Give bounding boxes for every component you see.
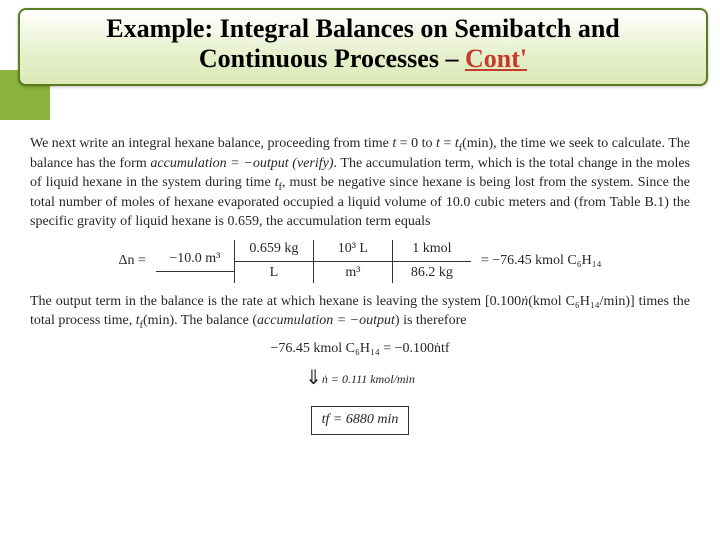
title-line-1: Example: Integral Balances on Semibatch … [20, 14, 706, 44]
frac-2-den: L [235, 261, 313, 283]
frac-2: 0.659 kg L [235, 240, 313, 283]
frac-1-num: −10.0 m³ [163, 250, 226, 271]
frac-4: 1 kmol 86.2 kg [393, 240, 471, 283]
arrow-row: ⇓ ṅ = 0.111 kmol/min [30, 365, 690, 392]
p1-t1: We next write an integral hexane balance… [30, 136, 392, 151]
result-box: tf = 6880 min [311, 406, 410, 435]
paragraph-2: The output term in the balance is the ra… [30, 293, 690, 332]
frac-4-den: 86.2 kg [393, 261, 471, 283]
title-box: Example: Integral Balances on Semibatch … [18, 8, 708, 86]
frac-3-den: m³ [314, 261, 392, 283]
slide: Example: Integral Balances on Semibatch … [0, 0, 720, 540]
frac-3: 10³ L m³ [314, 240, 392, 283]
fraction-chain: −10.0 m³ 0.659 kg L 10³ L m³ 1 kmol 86.2… [156, 240, 471, 283]
title-line-2: Continuous Processes – Cont' [20, 44, 706, 74]
title-cont: Cont' [465, 44, 527, 73]
ndot-note: ṅ = 0.111 kmol/min [322, 371, 415, 387]
p2-t6: (min). The balance ( [143, 313, 257, 328]
frac-1-den [156, 271, 234, 274]
p1-t5: = [440, 136, 455, 151]
frac-1: −10.0 m³ [156, 240, 234, 283]
title-prefix: Continuous Processes – [199, 44, 465, 73]
down-arrow-icon: ⇓ [305, 365, 316, 392]
calc-result: = −76.45 kmol C₆H₁₄ [481, 252, 602, 271]
p1-t10: (verify) [292, 156, 333, 171]
delta-n-label: Δn = [118, 252, 145, 271]
equation-1: −76.45 kmol C₆H₁₄ = −0.100ṅtf [30, 340, 690, 359]
paragraph-1: We next write an integral hexane balance… [30, 135, 690, 232]
body-content: We next write an integral hexane balance… [30, 135, 690, 441]
calculation-row: Δn = −10.0 m³ 0.659 kg L 10³ L m³ [30, 240, 690, 283]
frac-2-num: 0.659 kg [243, 240, 304, 261]
p1-t3: = 0 to [396, 136, 436, 151]
p2-t8: ) is therefore [395, 313, 467, 328]
p2-t7: accumulation = −output [257, 313, 395, 328]
frac-3-num: 10³ L [332, 240, 374, 261]
p2-t1: The output term in the balance is the ra… [30, 294, 521, 309]
p1-t9: accumulation = −output [150, 156, 288, 171]
frac-4-num: 1 kmol [406, 240, 457, 261]
result-row: tf = 6880 min [30, 398, 690, 435]
